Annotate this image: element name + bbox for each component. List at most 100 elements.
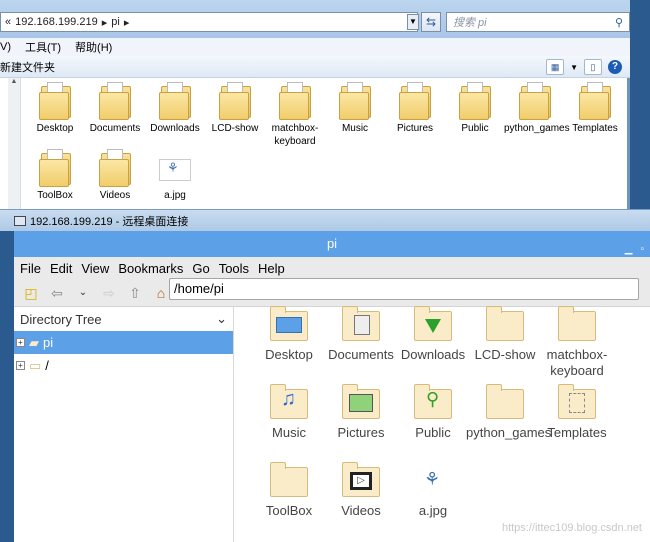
file-label: Videos bbox=[341, 503, 381, 518]
home-icon[interactable]: ⌂ bbox=[152, 284, 170, 302]
scrollbar[interactable]: ▲ bbox=[8, 78, 21, 215]
image-file-icon: ⚘ bbox=[157, 147, 193, 187]
folder-icon bbox=[217, 80, 253, 120]
file-label: matchbox-keyboard bbox=[546, 347, 608, 378]
win7-file-item[interactable]: matchbox-keyboard bbox=[264, 80, 326, 148]
search-input[interactable]: 搜索 pi ⚲ bbox=[446, 12, 630, 32]
templates-folder-icon bbox=[558, 384, 596, 419]
python-icon: ⚘ bbox=[424, 469, 441, 489]
public-folder-icon: ⚲ bbox=[414, 384, 452, 419]
up-icon[interactable]: ⇧ bbox=[126, 284, 144, 302]
pcmanfm-titlebar[interactable]: pi ▁ ▫ bbox=[14, 231, 650, 257]
folder-icon bbox=[397, 80, 433, 120]
expand-icon[interactable]: + bbox=[16, 338, 25, 347]
file-item[interactable]: matchbox-keyboard bbox=[538, 306, 616, 379]
file-label: ToolBox bbox=[265, 503, 313, 518]
menu-help[interactable]: 帮助(H) bbox=[75, 39, 112, 55]
win7-file-item[interactable]: Music bbox=[324, 80, 386, 135]
minimize-icon[interactable]: ▁ bbox=[625, 237, 633, 263]
menu-help[interactable]: Help bbox=[258, 261, 285, 276]
back-icon[interactable]: ⇦ bbox=[48, 284, 66, 302]
file-item[interactable]: Desktop bbox=[250, 306, 328, 363]
win7-file-item[interactable]: ⚘ a.jpg bbox=[144, 147, 206, 202]
menu-view[interactable]: V) bbox=[0, 41, 11, 53]
win7-file-item[interactable]: ToolBox bbox=[24, 147, 86, 202]
help-icon[interactable]: ? bbox=[608, 60, 622, 74]
menu-tools[interactable]: Tools bbox=[219, 261, 249, 276]
new-folder-button[interactable]: 新建文件夹 bbox=[0, 59, 55, 75]
view-dropdown-icon[interactable]: ▼ bbox=[570, 63, 578, 72]
address-box[interactable]: « 192.168.199.219 ▸ pi ▸ bbox=[0, 12, 418, 32]
refresh-icon[interactable]: ⇆ bbox=[421, 12, 441, 32]
crumb-pi[interactable]: pi bbox=[111, 16, 120, 28]
file-item[interactable]: ⚲ Public bbox=[394, 384, 472, 441]
win7-file-item[interactable]: LCD-show bbox=[204, 80, 266, 135]
file-item[interactable]: python_games bbox=[466, 384, 551, 441]
address-bar-area: « 192.168.199.219 ▸ pi ▸ ▼ ⇆ 搜索 pi ⚲ bbox=[0, 0, 630, 38]
side-pane-title: Directory Tree bbox=[20, 311, 102, 327]
maximize-icon[interactable]: ▫ bbox=[640, 237, 644, 263]
file-label: Desktop bbox=[265, 347, 313, 362]
file-item[interactable]: Documents bbox=[322, 306, 400, 363]
rdp-title: 192.168.199.219 - 远程桌面连接 bbox=[30, 215, 189, 228]
tree-node-pi[interactable]: + ▰ pi bbox=[14, 331, 233, 354]
menu-file[interactable]: File bbox=[20, 261, 41, 276]
win7-file-item[interactable]: Public bbox=[444, 80, 506, 135]
win7-file-item[interactable]: Templates bbox=[564, 80, 626, 135]
menu-view[interactable]: View bbox=[81, 261, 109, 276]
win7-file-item[interactable]: Pictures bbox=[384, 80, 446, 135]
menu-bookmarks[interactable]: Bookmarks bbox=[118, 261, 183, 276]
win7-file-item[interactable]: Downloads bbox=[144, 80, 206, 135]
folder-icon bbox=[37, 147, 73, 187]
file-label: Templates bbox=[547, 425, 607, 440]
menu-go[interactable]: Go bbox=[192, 261, 209, 276]
folder-icon bbox=[577, 80, 613, 120]
path-input[interactable]: /home/pi bbox=[169, 278, 639, 300]
file-label: Templates bbox=[572, 123, 618, 134]
history-dropdown-icon[interactable]: ⌄ bbox=[74, 284, 92, 302]
file-item[interactable]: ⚘ a.jpg bbox=[394, 463, 472, 519]
tree-label: pi bbox=[43, 335, 54, 350]
win7-file-item[interactable]: python_games bbox=[504, 80, 570, 135]
documents-folder-icon bbox=[342, 306, 380, 341]
crumb-separator-icon: ▸ bbox=[123, 16, 130, 29]
new-tab-icon[interactable]: ◰ bbox=[22, 284, 40, 302]
tree-node-root[interactable]: + ▭ / bbox=[14, 354, 233, 377]
win7-explorer-window: « 192.168.199.219 ▸ pi ▸ ▼ ⇆ 搜索 pi ⚲ V) … bbox=[0, 0, 630, 215]
preview-pane-icon[interactable]: ▯ bbox=[584, 59, 602, 75]
file-label: Desktop bbox=[36, 123, 74, 134]
file-item[interactable]: Pictures bbox=[322, 384, 400, 441]
side-pane-header[interactable]: Directory Tree ⌄ bbox=[14, 307, 233, 331]
file-label: python_games bbox=[504, 123, 570, 134]
file-item[interactable]: LCD-show bbox=[466, 306, 544, 363]
expand-icon[interactable]: + bbox=[16, 361, 25, 370]
file-item[interactable]: ▷ Videos bbox=[322, 462, 400, 519]
watermark: https://ittec109.blog.csdn.net bbox=[501, 522, 642, 534]
forward-icon[interactable]: ⇨ bbox=[100, 284, 118, 302]
menu-edit[interactable]: Edit bbox=[50, 261, 72, 276]
chevron-down-icon[interactable]: ⌄ bbox=[216, 311, 227, 327]
address-dropdown-icon[interactable]: ▼ bbox=[407, 14, 419, 30]
rdp-titlebar[interactable]: 192.168.199.219 - 远程桌面连接 bbox=[0, 209, 650, 231]
desktop-folder-icon bbox=[270, 306, 308, 341]
pictures-folder-icon bbox=[342, 384, 380, 419]
file-label: LCD-show bbox=[474, 347, 536, 362]
file-item[interactable]: Templates bbox=[538, 384, 616, 441]
file-label: Downloads bbox=[150, 123, 200, 134]
win7-file-item[interactable]: Desktop bbox=[24, 80, 86, 135]
file-item[interactable]: ♫ Music bbox=[250, 384, 328, 441]
file-item[interactable]: ToolBox bbox=[250, 462, 328, 519]
file-label: Videos bbox=[99, 190, 131, 201]
win7-file-item[interactable]: Videos bbox=[84, 147, 146, 202]
file-item[interactable]: Downloads bbox=[394, 306, 472, 363]
file-label: LCD-show bbox=[211, 123, 259, 134]
view-options-icon[interactable]: ▦ bbox=[546, 59, 565, 75]
file-label: Public bbox=[415, 425, 451, 440]
win7-file-item[interactable]: Documents bbox=[84, 80, 146, 135]
search-icon: ⚲ bbox=[614, 16, 623, 29]
menu-tools[interactable]: 工具(T) bbox=[25, 39, 61, 55]
videos-folder-icon: ▷ bbox=[342, 462, 380, 497]
file-label: Downloads bbox=[400, 347, 466, 362]
directory-tree-pane: Directory Tree ⌄ + ▰ pi + ▭ / bbox=[14, 307, 234, 542]
scroll-up-icon[interactable]: ▲ bbox=[8, 78, 20, 85]
